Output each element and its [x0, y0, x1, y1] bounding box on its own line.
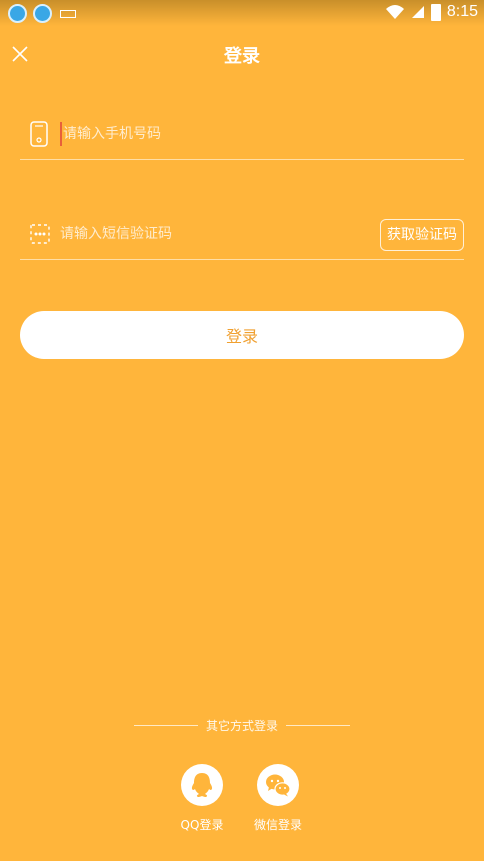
wechat-login-button[interactable]: 微信登录	[243, 764, 313, 833]
phone-field-row	[20, 108, 464, 160]
phone-icon	[30, 121, 48, 147]
login-button[interactable]: 登录	[20, 311, 464, 359]
get-code-button[interactable]: 获取验证码	[380, 219, 464, 251]
code-field-row: 获取验证码	[20, 208, 464, 260]
app-notification-icon	[33, 4, 52, 23]
notification-icons	[8, 4, 76, 23]
qq-login-label: QQ登录	[180, 818, 224, 832]
status-bar: 8:15	[0, 0, 484, 26]
qq-login-button[interactable]: QQ登录	[167, 764, 237, 833]
phone-input[interactable]	[60, 122, 360, 146]
wifi-icon	[385, 5, 404, 19]
sms-code-icon	[30, 224, 50, 244]
app-notification-icon	[8, 4, 27, 23]
wechat-login-label: 微信登录	[253, 818, 302, 832]
wechat-icon	[257, 764, 299, 806]
divider-line	[286, 725, 350, 726]
page-title: 登录	[224, 46, 260, 67]
system-status: 8:15	[385, 3, 478, 21]
keyboard-icon	[60, 9, 76, 18]
other-login-divider: 其它方式登录	[134, 716, 350, 736]
status-time: 8:15	[446, 3, 478, 20]
sms-code-input[interactable]	[60, 222, 360, 246]
battery-icon	[430, 3, 441, 21]
qq-icon	[181, 764, 223, 806]
signal-icon	[411, 6, 424, 18]
